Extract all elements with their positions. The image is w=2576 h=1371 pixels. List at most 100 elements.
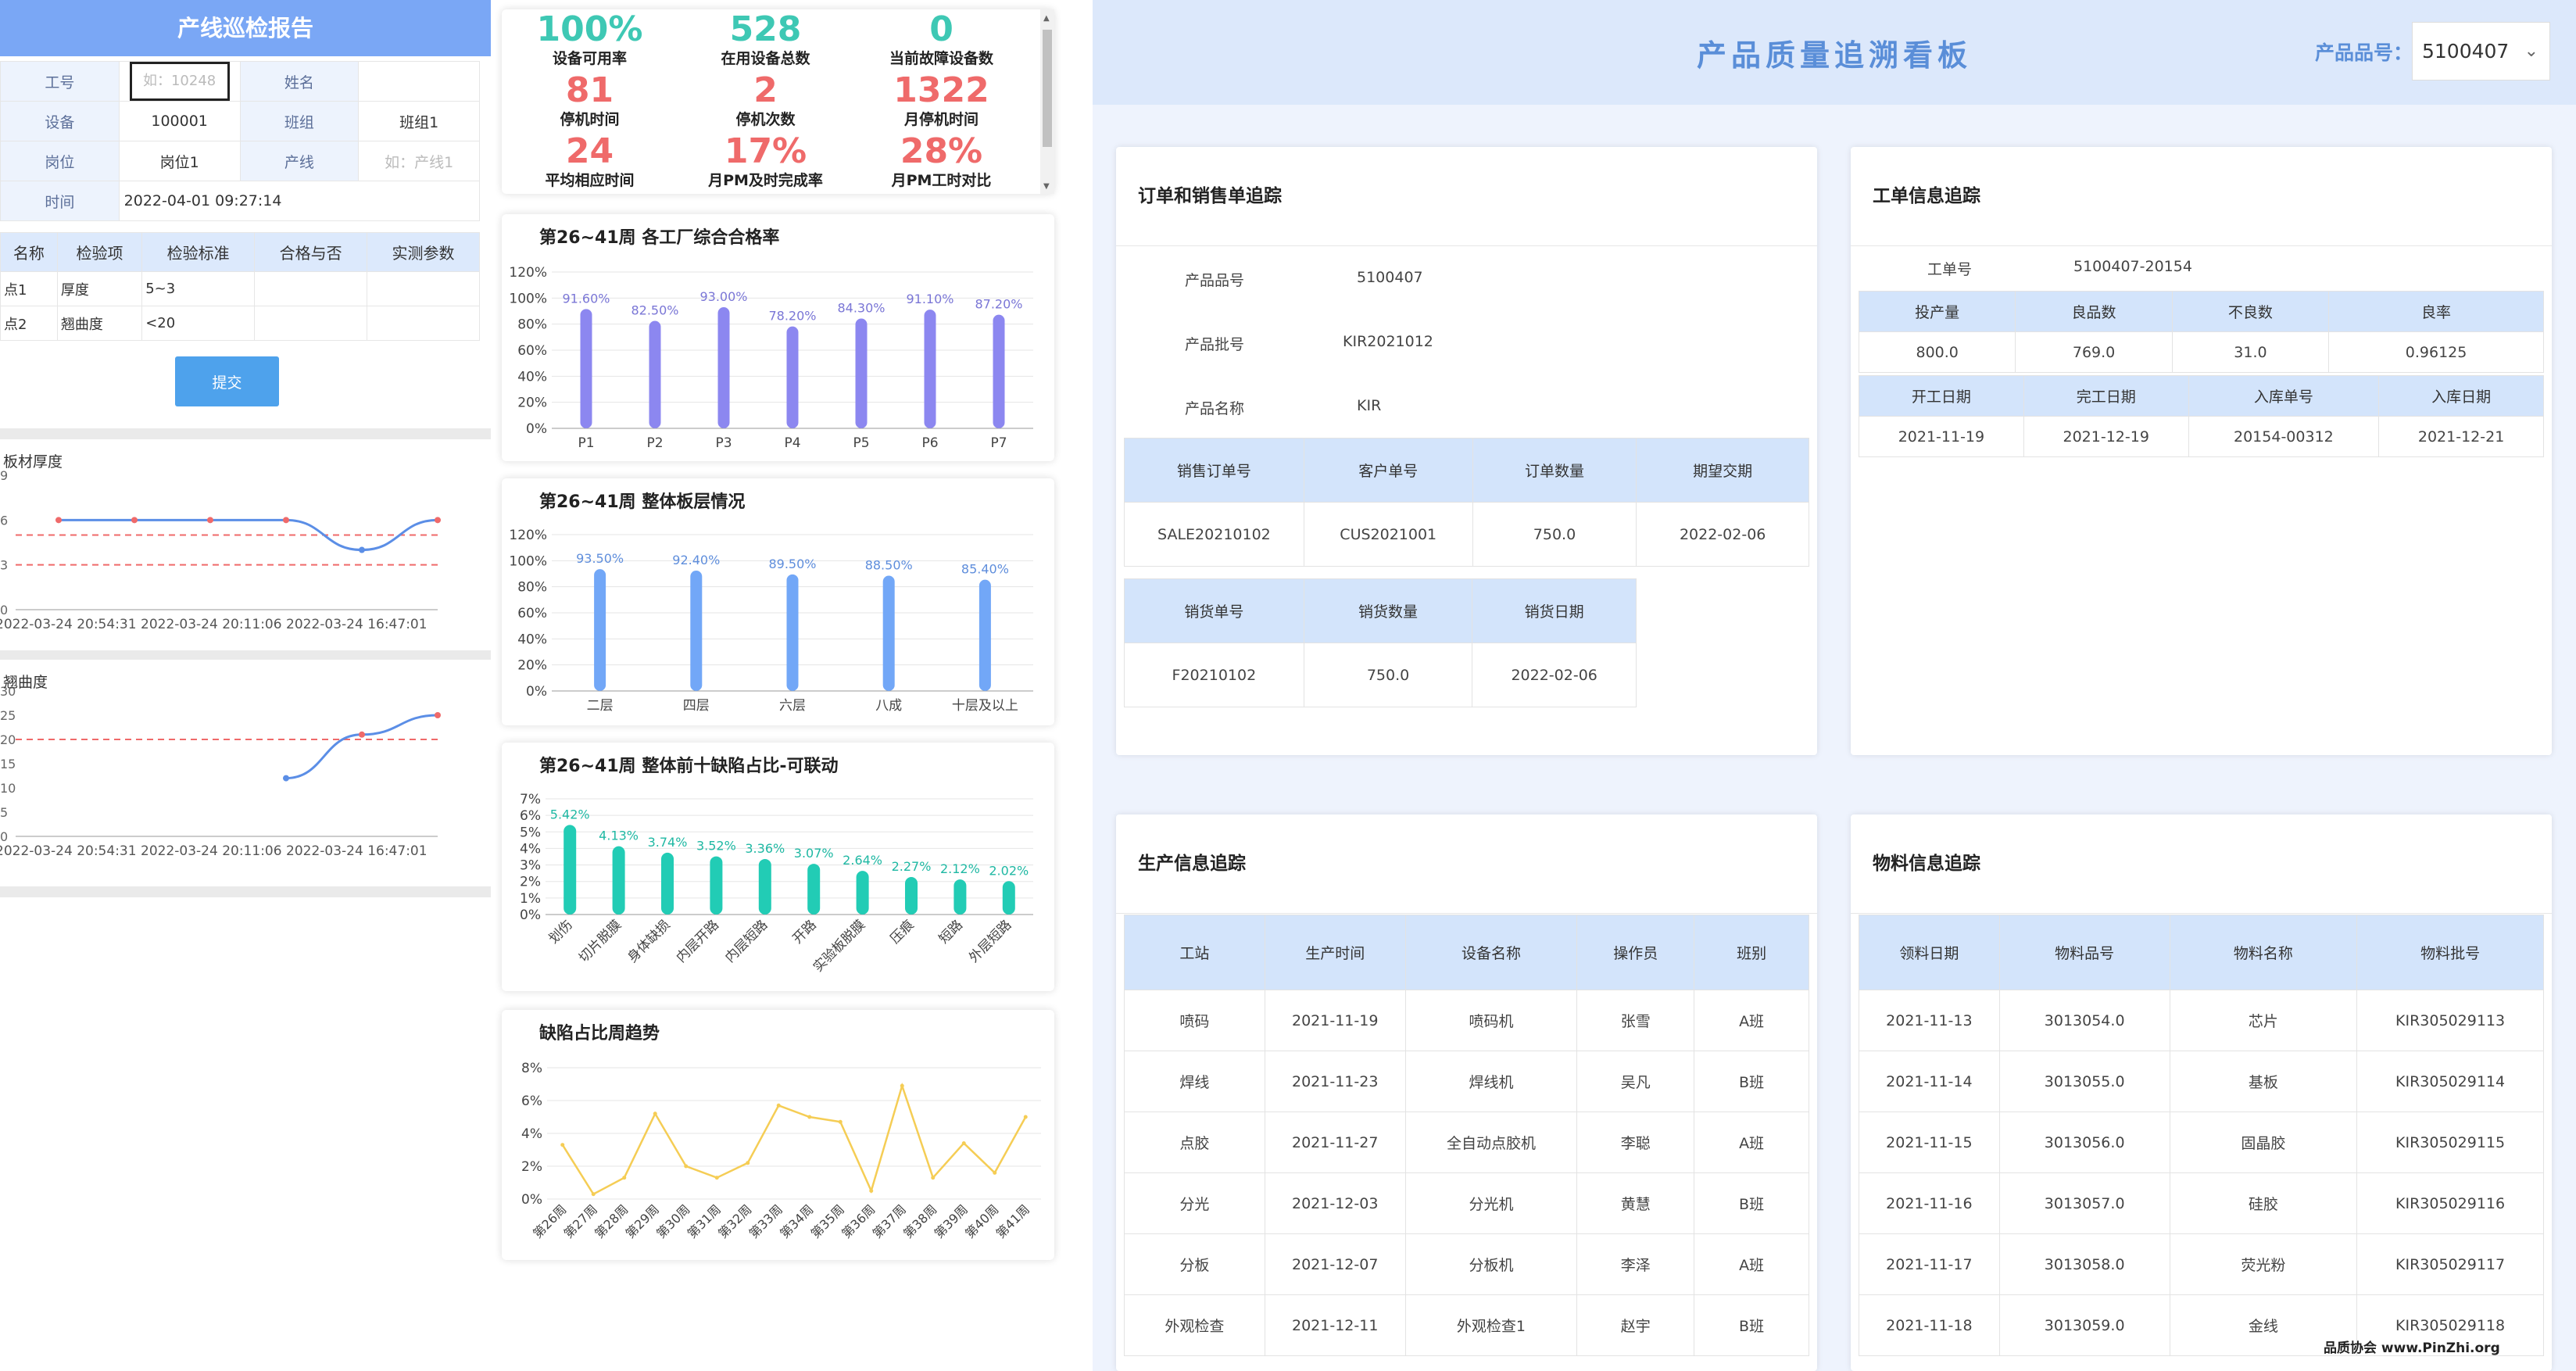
data-point[interactable] xyxy=(131,517,138,524)
data-point[interactable] xyxy=(746,1161,750,1165)
table-cell: 750.0 xyxy=(1472,502,1637,567)
data-point[interactable] xyxy=(1023,1115,1028,1119)
table-cell: 20154-00312 xyxy=(2188,416,2380,457)
post-label: 岗位 xyxy=(0,141,120,181)
x-tick-label: P4 xyxy=(784,435,800,451)
data-label: 2.27% xyxy=(892,859,932,874)
bar[interactable] xyxy=(710,856,723,915)
table-cell: 焊线机 xyxy=(1404,1051,1578,1112)
bar[interactable] xyxy=(855,318,868,429)
team-select[interactable]: 班组1 xyxy=(358,101,480,141)
bar[interactable] xyxy=(758,858,771,915)
table-cell: B班 xyxy=(1694,1172,1809,1234)
scroll-thumb[interactable] xyxy=(1043,30,1052,147)
table-row[interactable]: 2021-11-16 3013057.0 硅胶 KIR305029116 xyxy=(1859,1172,2544,1234)
bar[interactable] xyxy=(786,574,799,691)
data-point[interactable] xyxy=(283,775,289,782)
bar[interactable] xyxy=(564,825,577,915)
bar[interactable] xyxy=(661,852,674,915)
data-point[interactable] xyxy=(207,517,213,524)
data-point[interactable] xyxy=(961,1141,966,1146)
table-cell: 2021-11-15 xyxy=(1859,1111,2000,1173)
bar[interactable] xyxy=(717,307,730,428)
data-label: 88.50% xyxy=(865,558,913,573)
data-label: 2.02% xyxy=(989,863,1029,878)
line-input[interactable]: 如：产线1 xyxy=(358,141,480,181)
table-row[interactable]: F20210102 750.0 2022-02-06 xyxy=(1124,643,1637,707)
data-point[interactable] xyxy=(359,546,365,553)
data-point[interactable] xyxy=(684,1164,689,1169)
bar[interactable] xyxy=(953,879,967,915)
bar[interactable] xyxy=(905,877,918,915)
bar[interactable] xyxy=(580,309,592,428)
table-row[interactable]: 2021-11-19 2021-12-19 20154-00312 2021-12-2… xyxy=(1859,416,2544,457)
inspect-cell-ok[interactable] xyxy=(254,271,368,306)
inspect-cell-val[interactable] xyxy=(367,271,480,306)
data-point[interactable] xyxy=(560,1143,565,1147)
data-point[interactable] xyxy=(591,1192,596,1197)
time-input[interactable]: 2022-04-01 09:27:14 xyxy=(118,181,481,221)
submit-button[interactable]: 提交 xyxy=(175,356,279,406)
product-select[interactable]: 5100407 ⌄ xyxy=(2412,22,2550,81)
table-row[interactable]: 分光 2021-12-03 分光机 黄慧 B班 xyxy=(1124,1172,1809,1234)
bar[interactable] xyxy=(856,871,869,915)
data-point[interactable] xyxy=(776,1103,781,1108)
table-cell: 3013059.0 xyxy=(1998,1294,2170,1356)
table-row[interactable]: 点胶 2021-11-27 全自动点胶机 李聪 A班 xyxy=(1124,1111,1809,1173)
table-row[interactable]: 2021-11-13 3013054.0 芯片 KIR305029113 xyxy=(1859,990,2544,1051)
bar[interactable] xyxy=(882,575,895,692)
inspect-cell-ok[interactable] xyxy=(254,306,368,341)
data-label: 89.50% xyxy=(768,557,816,571)
data-point[interactable] xyxy=(807,1115,812,1119)
x-tick-label: 第36周 xyxy=(839,1201,878,1240)
data-label: 92.40% xyxy=(672,553,720,567)
name-input[interactable] xyxy=(358,61,480,102)
worker-no-input[interactable]: 如：10248 xyxy=(129,62,230,101)
data-point[interactable] xyxy=(869,1189,874,1193)
post-select[interactable]: 岗位1 xyxy=(118,141,241,181)
data-point[interactable] xyxy=(653,1111,657,1116)
column-header: 入库单号 xyxy=(2188,375,2380,417)
bar[interactable] xyxy=(786,326,799,428)
bar[interactable] xyxy=(594,569,606,691)
table-row[interactable]: 焊线 2021-11-23 焊线机 吴凡 B班 xyxy=(1124,1051,1809,1112)
table-row[interactable]: 喷码 2021-11-19 喷码机 张雪 A班 xyxy=(1124,990,1809,1051)
inspect-cell-val[interactable] xyxy=(367,306,480,341)
table-row[interactable]: SALE20210102 CUS2021001 750.0 2022-02-06 xyxy=(1124,502,1809,567)
table-row[interactable]: 2021-11-14 3013055.0 基板 KIR305029114 xyxy=(1859,1051,2544,1112)
device-input[interactable]: 100001 xyxy=(118,101,241,141)
defect-top10-card: 第26~41周 整体前十缺陷占比-可联动 0% 1% 2% 3% 4% 5% 6% 7% 5.4… xyxy=(502,743,1054,991)
data-point[interactable] xyxy=(714,1176,719,1180)
table-cell: B班 xyxy=(1694,1294,1809,1356)
bar[interactable] xyxy=(979,579,991,691)
data-point[interactable] xyxy=(931,1176,936,1180)
line-label: 产线 xyxy=(239,141,360,181)
table-row[interactable]: 800.0 769.0 31.0 0.96125 xyxy=(1858,331,2544,373)
data-point[interactable] xyxy=(283,517,289,524)
bar[interactable] xyxy=(612,846,625,915)
data-point[interactable] xyxy=(435,712,441,718)
data-point[interactable] xyxy=(435,517,441,524)
bar[interactable] xyxy=(690,571,703,691)
bar[interactable] xyxy=(924,310,936,428)
bar[interactable] xyxy=(993,314,1005,428)
table-row[interactable]: 2021-11-17 3013058.0 荧光粉 KIR305029117 xyxy=(1859,1233,2544,1295)
data-label: 84.30% xyxy=(837,301,885,316)
data-point[interactable] xyxy=(359,731,365,738)
table-row[interactable]: 2021-11-15 3013056.0 固晶胶 KIR305029115 xyxy=(1859,1111,2544,1173)
kpi-scrollbar[interactable]: ▲ ▼ xyxy=(1040,9,1054,194)
bar[interactable] xyxy=(649,320,661,429)
scroll-down-icon[interactable]: ▼ xyxy=(1043,182,1050,191)
data-point[interactable] xyxy=(838,1119,843,1124)
table-cell: 2021-12-11 xyxy=(1264,1294,1406,1356)
bar[interactable] xyxy=(1002,881,1015,915)
kpi-label: 停机时间 xyxy=(560,111,620,128)
data-point[interactable] xyxy=(900,1083,904,1088)
data-point[interactable] xyxy=(993,1170,997,1175)
data-point[interactable] xyxy=(55,517,62,524)
table-row[interactable]: 分板 2021-12-07 分板机 李泽 A班 xyxy=(1124,1233,1809,1295)
data-point[interactable] xyxy=(622,1176,627,1180)
table-row[interactable]: 外观检查 2021-12-11 外观检查1 赵宇 B班 xyxy=(1124,1294,1809,1356)
scroll-up-icon[interactable]: ▲ xyxy=(1043,14,1050,23)
bar[interactable] xyxy=(807,864,821,915)
